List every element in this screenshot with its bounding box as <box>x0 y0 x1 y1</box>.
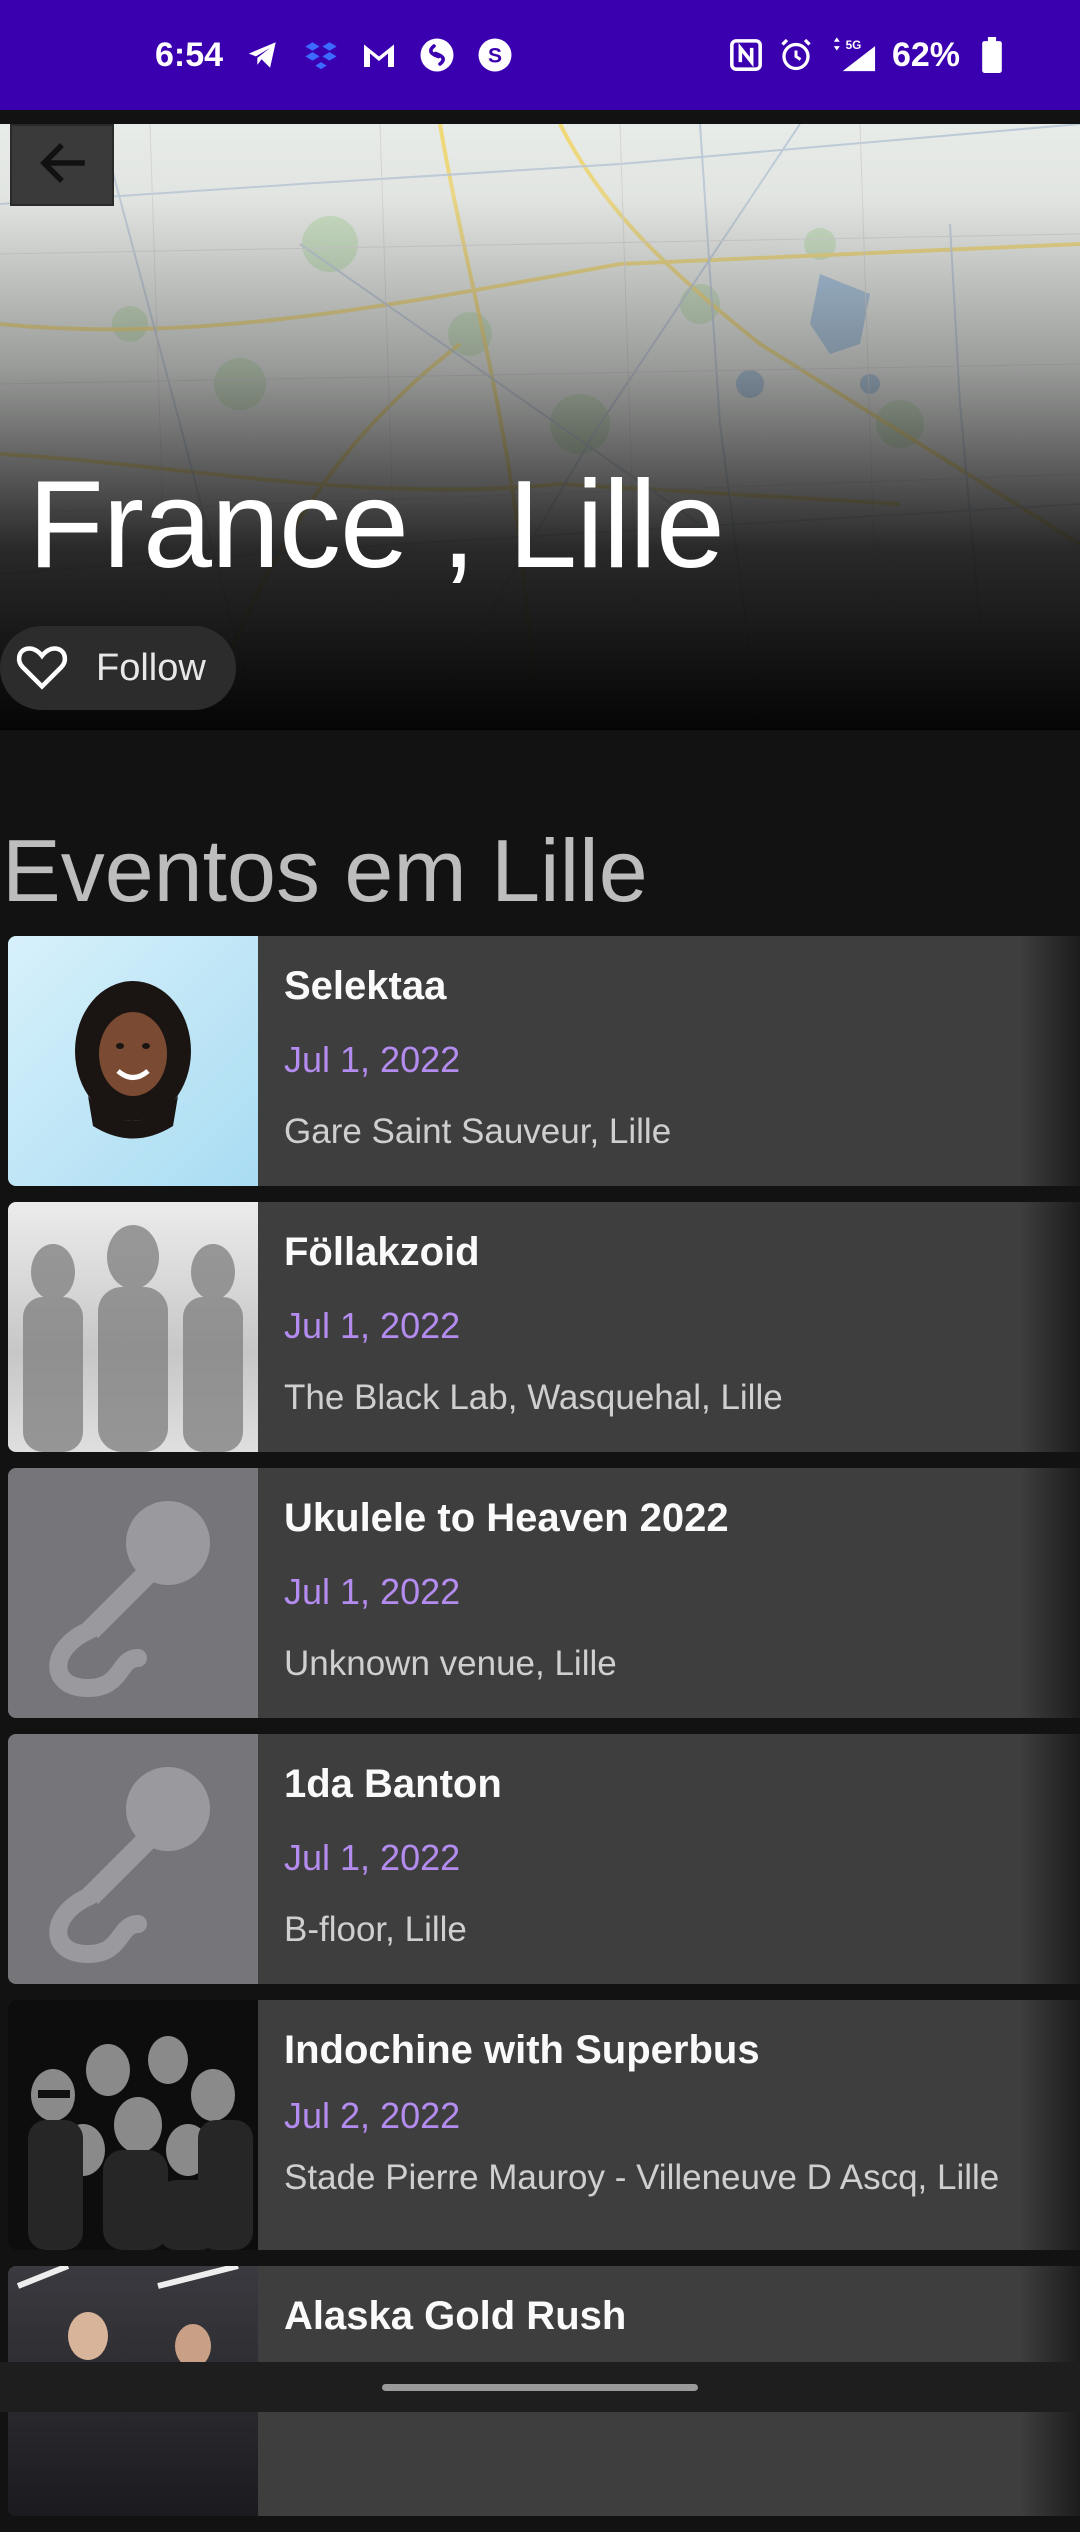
event-venue: Stade Pierre Mauroy - Villeneuve D Ascq,… <box>284 2158 1000 2197</box>
event-name: Indochine with Superbus <box>284 2028 760 2072</box>
event-name: Föllakzoid <box>284 1230 480 1274</box>
microphone-icon <box>49 1501 210 1698</box>
heart-icon <box>14 641 70 696</box>
event-image <box>8 1202 258 1452</box>
event-name: Alaska Gold Rush <box>284 2294 627 2338</box>
section-title: Eventos em Lille <box>2 821 648 920</box>
gesture-nav-bar <box>0 2362 1080 2412</box>
event-card[interactable]: Selektaa Jul 1, 2022 Gare Saint Sauveur,… <box>8 936 1080 1186</box>
event-card[interactable]: Ukulele to Heaven 2022 Jul 1, 2022 Unkno… <box>8 1468 1080 1718</box>
battery-icon <box>974 37 1010 73</box>
city-header: France , Lille Follow <box>0 124 1080 730</box>
status-bar: 6:54 S 5G 62% <box>0 0 1080 110</box>
nfc-icon <box>728 37 764 73</box>
event-date: Jul 1, 2022 <box>284 1837 461 1878</box>
event-image <box>8 1468 258 1718</box>
follow-button[interactable]: Follow <box>0 626 236 710</box>
event-card[interactable]: Indochine with Superbus Jul 2, 2022 Stad… <box>8 2000 1080 2250</box>
event-image <box>8 1734 258 1984</box>
band-photo-icon <box>28 2036 253 2250</box>
follow-label: Follow <box>96 646 206 689</box>
signal-5g-icon: 5G <box>828 37 878 73</box>
event-name: Selektaa <box>284 964 447 1008</box>
artist-photo-icon <box>75 981 191 1139</box>
event-name: Ukulele to Heaven 2022 <box>284 1496 729 1540</box>
event-venue: Unknown venue, Lille <box>284 1644 617 1683</box>
band-photo-icon <box>8 1202 258 1452</box>
event-date: Jul 1, 2022 <box>284 1039 461 1080</box>
shazam-icon <box>419 37 455 73</box>
status-time: 6:54 <box>155 35 224 74</box>
event-date: Jul 1, 2022 <box>284 1305 461 1346</box>
gmail-icon <box>361 37 397 73</box>
event-list: Selektaa Jul 1, 2022 Gare Saint Sauveur,… <box>8 936 1080 2532</box>
event-venue: Gare Saint Sauveur, Lille <box>284 1112 672 1151</box>
event-date: Jul 1, 2022 <box>284 1571 461 1612</box>
page-title: France , Lille <box>28 456 725 594</box>
event-venue: B-floor, Lille <box>284 1910 467 1949</box>
svg-text:5G: 5G <box>846 39 862 52</box>
status-divider <box>0 110 1080 124</box>
arrow-left-icon <box>38 141 86 190</box>
dropbox-icon <box>303 37 339 73</box>
event-name: 1da Banton <box>284 1762 502 1806</box>
event-image <box>8 2000 258 2250</box>
event-card[interactable]: Föllakzoid Jul 1, 2022 The Black Lab, Wa… <box>8 1202 1080 1452</box>
event-image <box>8 936 258 1186</box>
battery-percent: 62% <box>891 35 960 74</box>
svg-text:S: S <box>488 45 502 68</box>
event-venue: The Black Lab, Wasquehal, Lille <box>284 1378 783 1417</box>
telegram-icon <box>245 37 281 73</box>
back-button[interactable] <box>10 124 114 206</box>
event-card[interactable]: 1da Banton Jul 1, 2022 B-floor, Lille <box>8 1734 1080 1984</box>
home-gesture-handle[interactable] <box>382 2384 698 2391</box>
skrill-icon: S <box>477 37 513 73</box>
alarm-icon <box>778 37 814 73</box>
event-date: Jul 2, 2022 <box>284 2095 461 2136</box>
microphone-icon <box>49 1767 210 1964</box>
